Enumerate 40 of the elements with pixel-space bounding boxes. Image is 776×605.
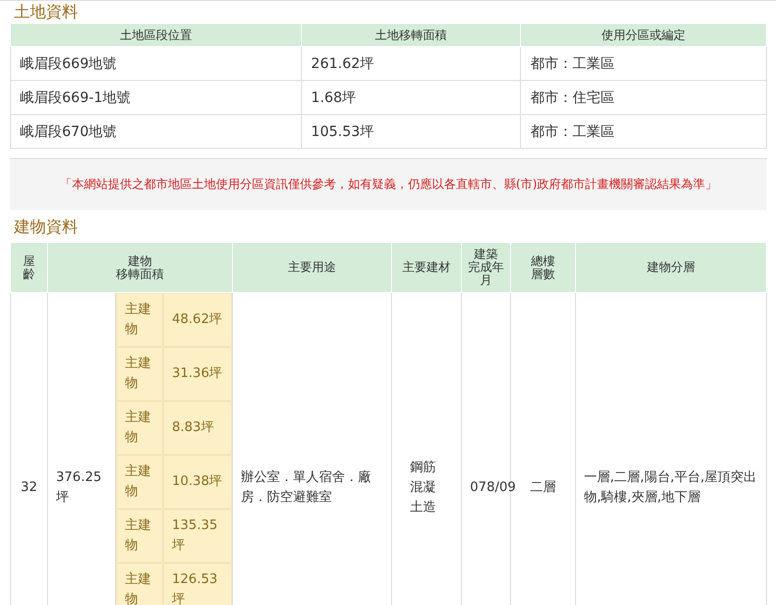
table-cell: 48.62坪: [163, 293, 232, 347]
table-cell: 1.68坪: [302, 80, 521, 114]
table-cell: 主建物: [116, 455, 163, 509]
column-header: 齡: [22, 268, 36, 280]
column-header: 層數: [530, 268, 556, 280]
table-cell: 主建物: [116, 347, 163, 401]
column-header: 土地移轉面積: [302, 24, 521, 46]
column-header: 建物: [127, 254, 154, 268]
table-cell: 都市：住宅區: [520, 80, 766, 114]
column-header: 月: [479, 274, 494, 287]
table-cell: 31.36坪: [163, 347, 232, 401]
column-header: 移轉面積: [115, 268, 166, 280]
column-header: 完成年: [467, 261, 506, 274]
section-title: 土地資料: [14, 1, 79, 23]
table-cell: 105.53坪: [302, 114, 521, 148]
table-cell: 都市：工業區: [520, 114, 766, 148]
table-cell: 主建物: [116, 509, 163, 563]
column-header: 總樓: [530, 254, 556, 268]
table-cell: 126.53坪: [163, 563, 232, 605]
table-cell: 135.35坪: [163, 509, 232, 563]
table-cell: 261.62坪: [302, 46, 521, 80]
table-cell: 峨眉段669-1地號: [10, 80, 302, 114]
table-cell: 主建物: [116, 563, 163, 605]
section-title: 建物資料: [14, 216, 79, 238]
table-cell: 主建物: [116, 401, 163, 455]
column-header: 建築: [474, 248, 500, 261]
disclaimer-notice: 「本網站提供之都市地區土地使用分區資訊僅供參考，如有疑義，仍應以各直轄市、縣(市)政府都市計畫機關審認結果為準」: [10, 158, 767, 210]
column-header: 使用分區或編定: [520, 24, 766, 46]
column-header: 建物分層: [646, 261, 696, 274]
table-cell: 8.83坪: [163, 401, 232, 455]
table-cell: 32: [10, 292, 48, 605]
column-header: 土地區段位置: [10, 24, 302, 46]
table-cell: 主建物: [116, 293, 163, 347]
table-cell: 峨眉段669地號: [10, 46, 302, 80]
table-cell: 都市：工業區: [520, 46, 766, 80]
column-header: 主要用途: [287, 261, 338, 274]
table-cell: 峨眉段670地號: [10, 114, 302, 148]
column-header: 屋: [22, 254, 36, 268]
table-cell: 10.38坪: [163, 455, 232, 509]
column-header: 主要建材: [402, 261, 452, 274]
